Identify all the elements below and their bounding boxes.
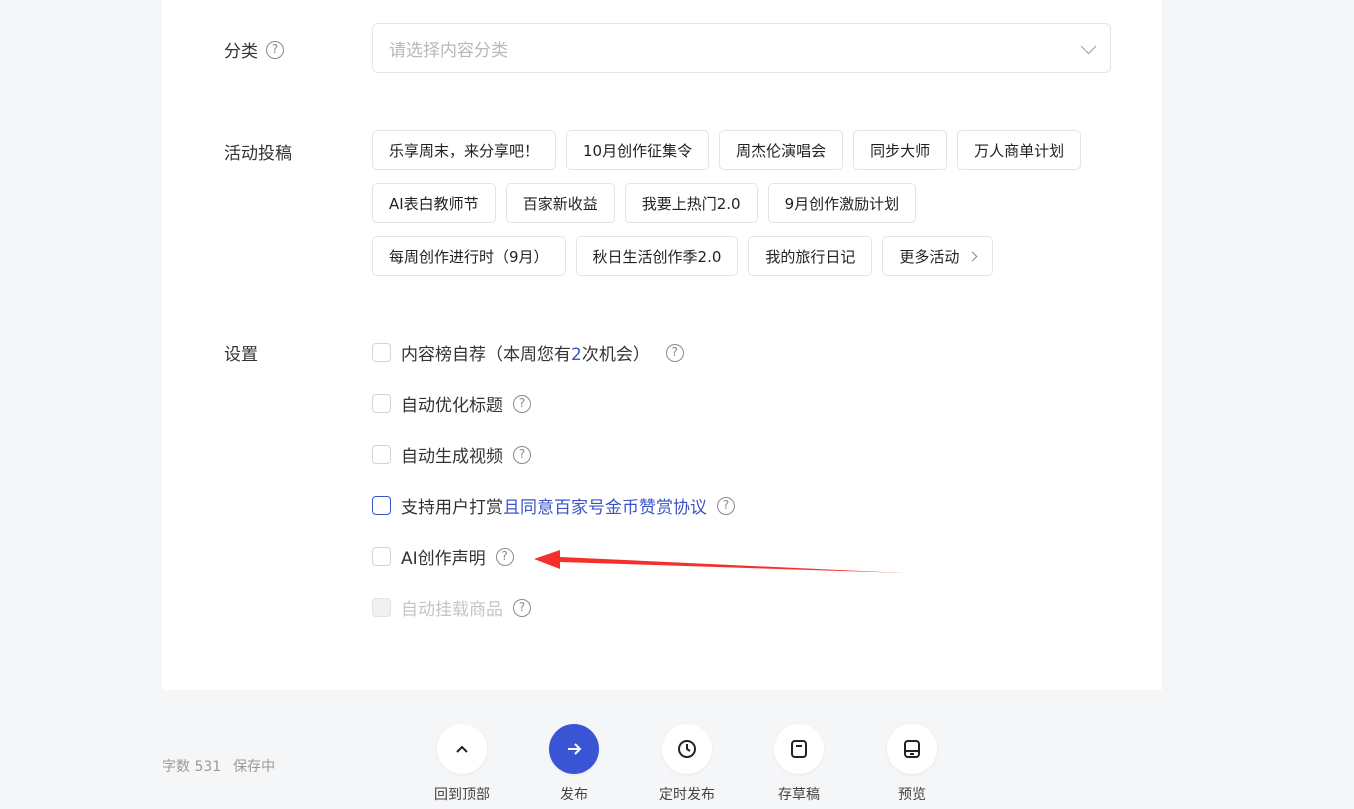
- publish-label: 发布: [560, 787, 588, 803]
- activity-tag[interactable]: 百家新收益: [505, 183, 615, 223]
- save-draft-circle[interactable]: [774, 724, 824, 774]
- save-draft-label: 存草稿: [778, 787, 820, 803]
- more-activities-label: 更多活动: [899, 247, 960, 266]
- reward-agreement-link[interactable]: 且同意百家号金币赞赏协议: [503, 498, 707, 518]
- back-to-top-label: 回到顶部: [434, 787, 490, 803]
- auto-goods-text: 自动挂载商品: [401, 600, 503, 620]
- category-select[interactable]: 请选择内容分类: [372, 23, 1111, 73]
- activity-tag[interactable]: 乐享周末，来分享吧！: [372, 130, 557, 170]
- activity-label: 活动投稿: [224, 144, 292, 164]
- recommend-checkbox[interactable]: [372, 343, 391, 362]
- activity-tags: 乐享周末，来分享吧！ 10月创作征集令 周杰伦演唱会 同步大师 万人商单计划 A…: [372, 130, 1092, 289]
- ai-statement-text: AI创作声明: [401, 549, 486, 569]
- draft-icon: [791, 740, 807, 758]
- setting-recommend[interactable]: 内容榜自荐（本周您有2次机会） ?: [372, 340, 684, 365]
- reward-text: 支持用户打赏且同意百家号金币赞赏协议: [401, 498, 707, 518]
- auto-video-text: 自动生成视频: [401, 447, 503, 467]
- category-label: 分类: [224, 42, 258, 62]
- preview-circle[interactable]: [887, 724, 937, 774]
- ai-statement-checkbox[interactable]: [372, 547, 391, 566]
- help-icon[interactable]: ?: [665, 343, 684, 362]
- chevron-down-icon: [1080, 38, 1097, 55]
- help-icon[interactable]: ?: [266, 40, 284, 59]
- publish-button[interactable]: 发布: [529, 724, 619, 804]
- activity-tag[interactable]: 我的旅行日记: [748, 236, 873, 276]
- tag-row: 乐享周末，来分享吧！ 10月创作征集令 周杰伦演唱会 同步大师 万人商单计划: [372, 130, 1092, 170]
- setting-auto-title[interactable]: 自动优化标题 ?: [372, 391, 531, 416]
- activity-tag[interactable]: 周杰伦演唱会: [719, 130, 844, 170]
- activity-tag[interactable]: 9月创作激励计划: [767, 183, 917, 223]
- chevron-right-icon: [967, 251, 978, 261]
- setting-auto-video[interactable]: 自动生成视频 ?: [372, 442, 531, 467]
- arrow-right-icon: [568, 743, 582, 755]
- auto-goods-checkbox: [372, 598, 391, 617]
- settings-label-row: 设置: [224, 340, 258, 365]
- activity-label-row: 活动投稿: [224, 139, 292, 164]
- preview-button[interactable]: 预览: [867, 724, 957, 804]
- back-to-top-button[interactable]: 回到顶部: [417, 724, 507, 804]
- activity-tag[interactable]: AI表白教师节: [372, 183, 496, 223]
- activity-tag[interactable]: 每周创作进行时（9月）: [372, 236, 566, 276]
- schedule-circle[interactable]: [662, 724, 712, 774]
- settings-label: 设置: [224, 345, 258, 365]
- schedule-button[interactable]: 定时发布: [642, 724, 732, 804]
- save-draft-button[interactable]: 存草稿: [754, 724, 844, 804]
- save-status: 保存中: [233, 759, 276, 775]
- help-icon[interactable]: ?: [513, 598, 531, 617]
- tag-row: AI表白教师节 百家新收益 我要上热门2.0 9月创作激励计划: [372, 183, 1092, 223]
- back-to-top-circle[interactable]: [437, 724, 487, 774]
- recommend-text: 内容榜自荐（本周您有2次机会）: [401, 345, 650, 365]
- reward-checkbox[interactable]: [372, 496, 391, 515]
- category-label-row: 分类 ?: [224, 37, 284, 62]
- setting-auto-goods: 自动挂载商品 ?: [372, 595, 531, 620]
- auto-title-checkbox[interactable]: [372, 394, 391, 413]
- tag-row: 每周创作进行时（9月） 秋日生活创作季2.0 我的旅行日记 更多活动: [372, 236, 1092, 276]
- status-bar: 字数 531 保存中: [162, 756, 275, 776]
- more-activities-button[interactable]: 更多活动: [882, 236, 994, 276]
- recommend-count: 2: [571, 345, 582, 365]
- help-icon[interactable]: ?: [513, 394, 531, 413]
- activity-tag[interactable]: 10月创作征集令: [566, 130, 710, 170]
- publish-circle[interactable]: [549, 724, 599, 774]
- schedule-label: 定时发布: [659, 787, 715, 803]
- annotation-arrow-icon: [534, 550, 904, 573]
- help-icon[interactable]: ?: [495, 547, 514, 566]
- setting-reward[interactable]: 支持用户打赏且同意百家号金币赞赏协议 ?: [372, 493, 735, 518]
- setting-ai-statement[interactable]: AI创作声明 ?: [372, 544, 514, 569]
- activity-tag[interactable]: 秋日生活创作季2.0: [575, 236, 739, 276]
- chevron-up-icon: [456, 745, 468, 753]
- preview-label: 预览: [898, 787, 926, 803]
- activity-tag[interactable]: 万人商单计划: [957, 130, 1082, 170]
- category-placeholder: 请选择内容分类: [389, 40, 508, 61]
- clock-icon: [678, 740, 696, 758]
- auto-title-text: 自动优化标题: [401, 396, 503, 416]
- phone-preview-icon: [904, 740, 920, 758]
- activity-tag[interactable]: 我要上热门2.0: [624, 183, 758, 223]
- word-count: 字数 531: [162, 759, 222, 775]
- activity-tag[interactable]: 同步大师: [853, 130, 948, 170]
- help-icon[interactable]: ?: [717, 496, 735, 515]
- auto-video-checkbox[interactable]: [372, 445, 391, 464]
- help-icon[interactable]: ?: [513, 445, 531, 464]
